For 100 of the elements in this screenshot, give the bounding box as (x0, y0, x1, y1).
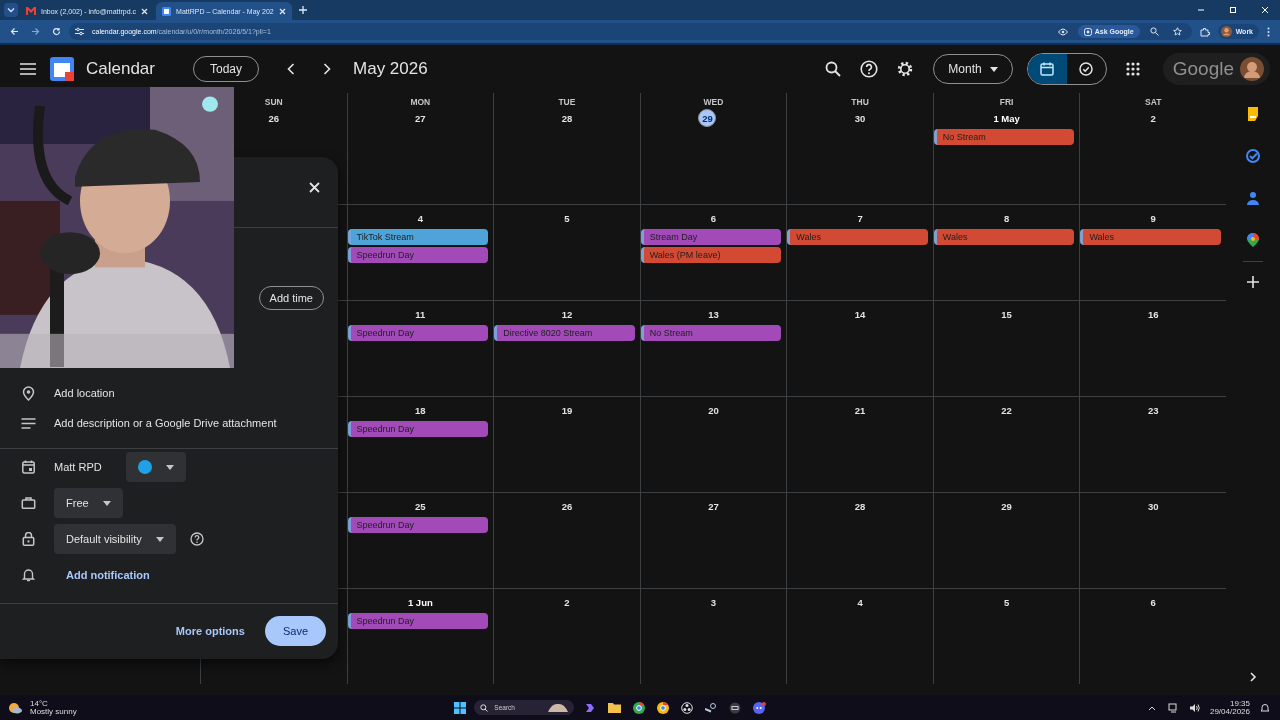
date-number[interactable]: 25 (411, 497, 430, 515)
weekday-label: THU (851, 97, 869, 107)
date-number[interactable]: 30 (1144, 497, 1163, 515)
account-button[interactable]: Google (1162, 53, 1270, 85)
caret-icon (989, 66, 998, 72)
caret-icon (165, 464, 174, 470)
date-number[interactable]: 21 (851, 401, 870, 419)
calendar-icon (21, 460, 36, 474)
weather-icon[interactable] (8, 701, 22, 714)
today-date[interactable]: 29 (698, 109, 717, 127)
lock-icon (21, 532, 36, 546)
site-settings-icon[interactable] (75, 27, 84, 36)
date-number[interactable]: 22 (997, 401, 1016, 419)
event-chip[interactable]: Wales (PM leave) (640, 247, 782, 263)
period-title: May 2026 (353, 59, 428, 79)
date-number[interactable]: 4 (851, 593, 870, 611)
calendar-logo-icon (50, 57, 74, 81)
event-chip[interactable]: Wales (787, 229, 928, 245)
date-number[interactable]: 6 (704, 209, 723, 227)
brand-text: Google (1172, 58, 1234, 80)
close-icon[interactable] (278, 7, 286, 15)
keyboard-icon[interactable] (729, 701, 742, 714)
date-number[interactable]: 6 (1144, 593, 1163, 611)
more-options-button[interactable]: More options (169, 624, 251, 638)
date-number[interactable]: 23 (1144, 401, 1163, 419)
notification-icon[interactable] (1260, 702, 1270, 713)
date-number[interactable]: 3 (704, 593, 723, 611)
date-number[interactable]: 12 (557, 305, 576, 323)
date-number[interactable]: 7 (851, 209, 870, 227)
date-number[interactable]: 28 (851, 497, 870, 515)
date-number[interactable]: 16 (1144, 305, 1163, 323)
browser-icon[interactable] (657, 701, 670, 714)
temperature-text: 14°C (30, 699, 49, 708)
lens-icon (1083, 27, 1092, 36)
speaker-icon[interactable] (1189, 702, 1200, 713)
network-icon[interactable] (1167, 702, 1178, 713)
date-number[interactable]: 2 (1144, 109, 1163, 127)
chevron-right-icon[interactable] (1249, 672, 1257, 682)
help-icon[interactable] (189, 532, 204, 546)
date-number[interactable]: 26 (557, 497, 576, 515)
event-chip[interactable]: TikTok Stream (347, 229, 489, 245)
avatar-icon (1220, 26, 1232, 37)
caret-icon (102, 500, 111, 506)
chat-icon[interactable] (753, 701, 767, 714)
weekday-label: WED (703, 97, 724, 107)
date-number[interactable]: 2 (557, 593, 576, 611)
recorder-icon[interactable] (681, 701, 694, 714)
date-number[interactable]: 27 (411, 109, 430, 127)
event-chip[interactable]: Wales (933, 229, 1075, 245)
note-icon[interactable] (1246, 107, 1260, 121)
date-number[interactable]: 4 (411, 209, 430, 227)
date-number[interactable]: 1 May (991, 109, 1022, 127)
date-number[interactable]: 8 (997, 209, 1016, 227)
description-icon (21, 417, 36, 429)
visibility-dropdown[interactable]: Default visibility (54, 524, 176, 554)
close-icon[interactable] (141, 7, 149, 15)
date-number[interactable]: 5 (557, 209, 576, 227)
map-pin-icon[interactable] (1247, 233, 1259, 247)
check-circle-icon (1079, 62, 1094, 76)
date-number[interactable]: 29 (997, 497, 1016, 515)
clock[interactable]: 19:35 29/04/2026 (1209, 699, 1250, 716)
color-dropdown[interactable] (125, 452, 186, 482)
app-title: Calendar (86, 59, 155, 79)
date-number[interactable]: 28 (557, 109, 576, 127)
date-number[interactable]: 20 (704, 401, 723, 419)
browser-icon[interactable] (633, 701, 646, 714)
event-chip[interactable]: No Stream (933, 129, 1075, 145)
tasks-icon[interactable] (1246, 149, 1260, 163)
date-number[interactable]: 14 (851, 305, 870, 323)
availability-dropdown[interactable]: Free (54, 488, 123, 518)
calendar-icon (1040, 62, 1055, 76)
add-icon[interactable] (1247, 276, 1259, 288)
date-number[interactable]: 27 (704, 497, 723, 515)
date-number[interactable]: 9 (1144, 209, 1163, 227)
date-number[interactable]: 30 (851, 109, 870, 127)
event-chip[interactable]: Wales (1080, 229, 1221, 245)
bell-icon (21, 568, 36, 582)
date-number[interactable]: 5 (997, 593, 1016, 611)
date-number[interactable]: 18 (411, 401, 430, 419)
person-icon[interactable] (1246, 191, 1260, 205)
date-number[interactable]: 15 (997, 305, 1016, 323)
date-number[interactable]: 11 (411, 305, 430, 323)
add-description-link[interactable]: Add description or a Google Drive attachment (54, 417, 277, 429)
tab-menu-icon[interactable] (4, 3, 18, 17)
mail-icon (26, 7, 36, 15)
date-number[interactable]: 26 (264, 109, 283, 127)
date-number[interactable]: 19 (557, 401, 576, 419)
add-notification-link[interactable]: Add notification (66, 569, 150, 581)
search-icon (480, 703, 489, 712)
calendar-view-button[interactable] (1027, 54, 1067, 84)
add-location-link[interactable]: Add location (54, 387, 115, 399)
location-pin-icon (21, 385, 36, 401)
chevron-up-icon[interactable] (1147, 704, 1156, 711)
weekday-label: MON (410, 97, 431, 107)
weekday-label: SUN (264, 97, 283, 107)
start-icon[interactable] (454, 701, 467, 714)
save-button[interactable]: Save (264, 616, 326, 646)
folder-icon[interactable] (608, 702, 622, 713)
date-number[interactable]: 13 (704, 305, 723, 323)
date-number[interactable]: 1 Jun (405, 593, 435, 611)
